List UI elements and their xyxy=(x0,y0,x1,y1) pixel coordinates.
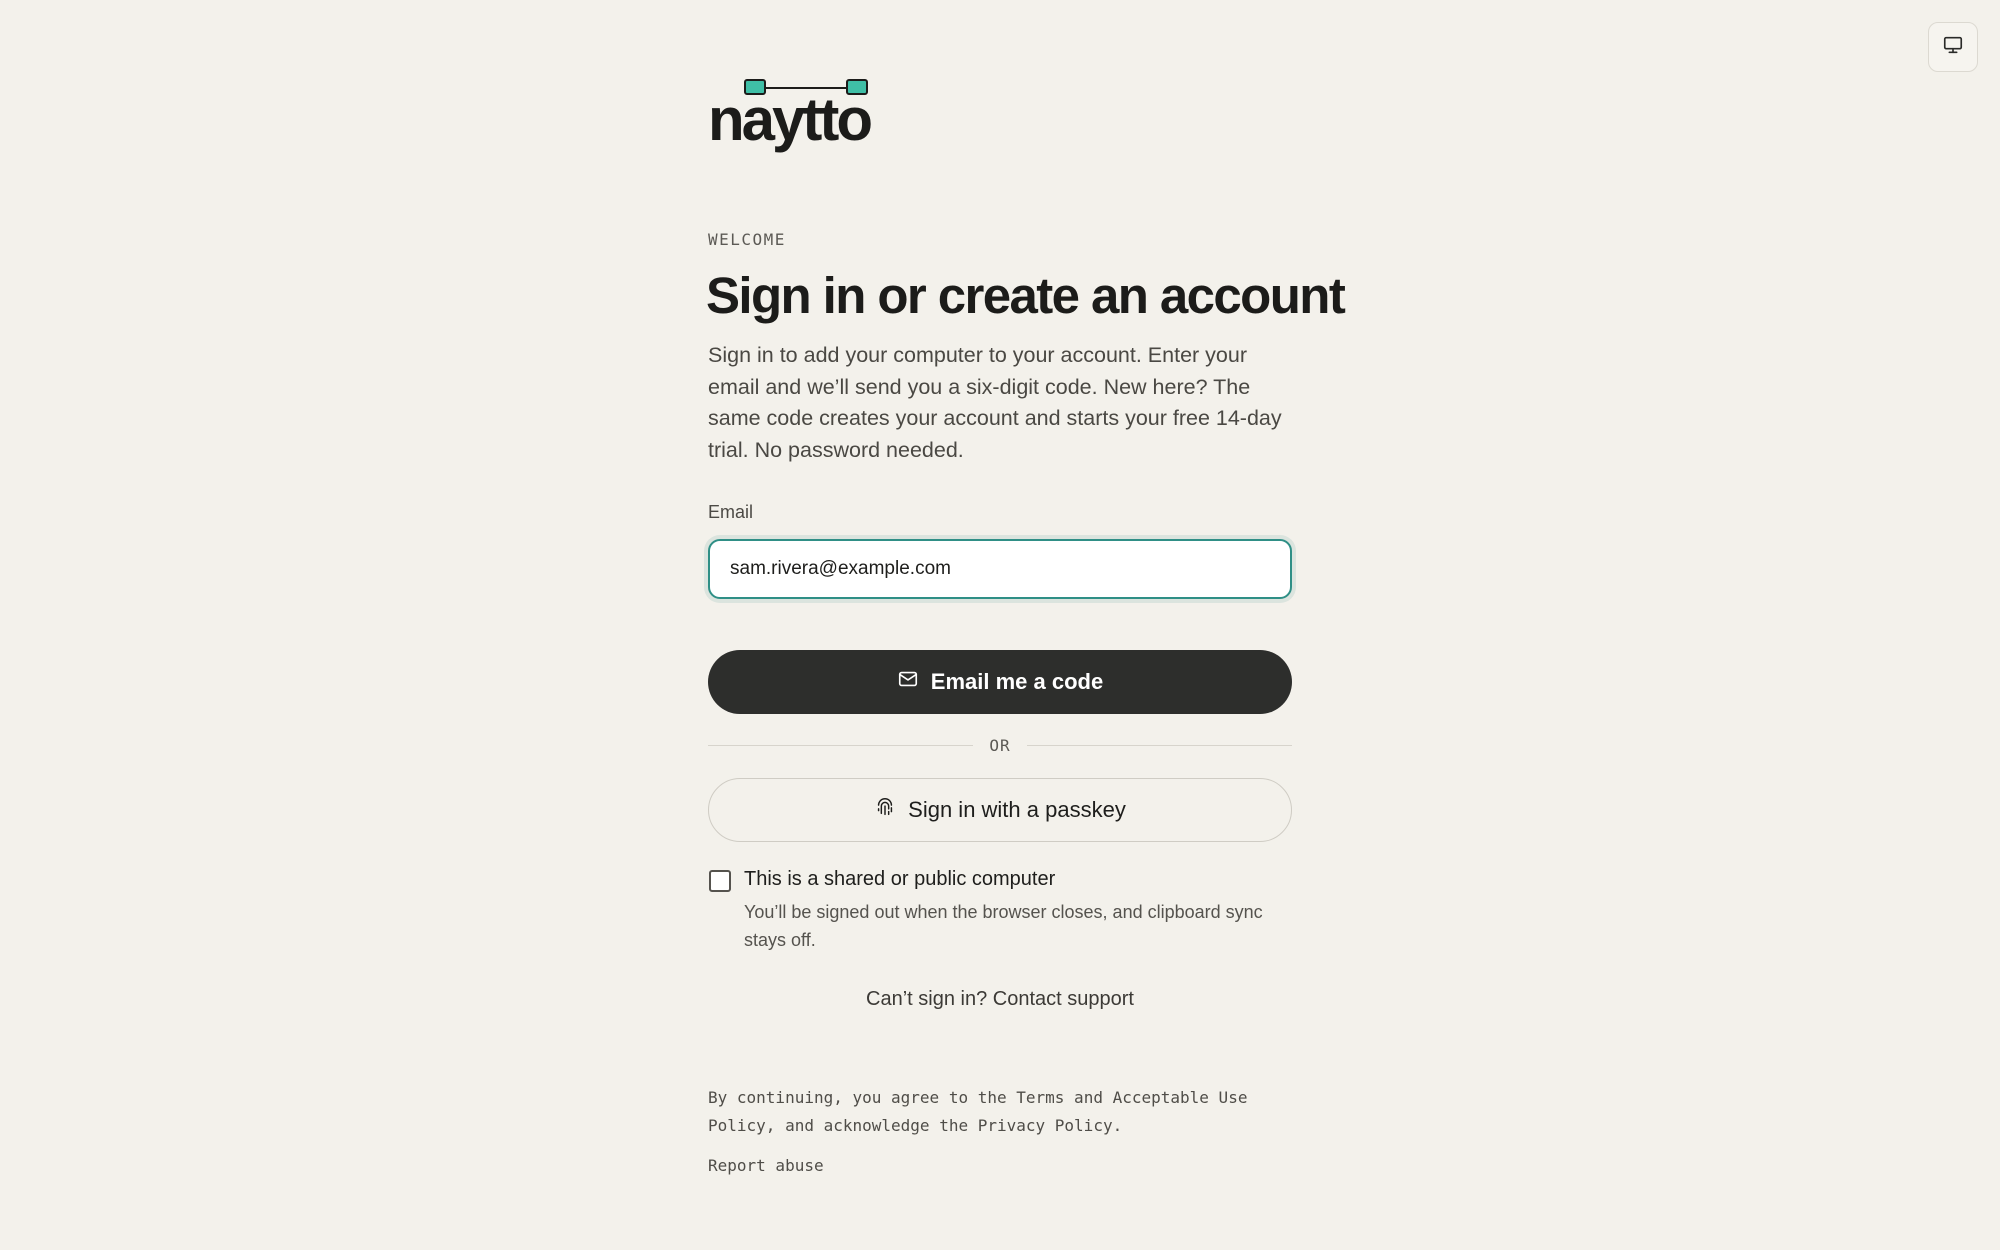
email-input[interactable] xyxy=(708,539,1292,599)
report-abuse-link[interactable]: Report abuse xyxy=(708,1156,824,1175)
divider-line-left xyxy=(708,744,974,746)
legal-part-1: By continuing, you agree to the xyxy=(708,1088,1017,1107)
brand-wordmark: naytto xyxy=(708,86,873,153)
passkey-button[interactable]: Sign in with a passkey xyxy=(708,778,1292,842)
terms-link[interactable]: Terms xyxy=(1016,1088,1064,1107)
legal-part-2: and xyxy=(1064,1088,1113,1107)
mail-icon xyxy=(897,668,919,696)
legal-part-4: . xyxy=(1112,1116,1123,1135)
or-divider: OR xyxy=(708,735,1293,755)
legal-part-3: , and acknowledge the xyxy=(765,1116,978,1135)
divider-text: OR xyxy=(989,735,1011,755)
display-mode-button[interactable] xyxy=(1928,22,1978,72)
passkey-label: Sign in with a passkey xyxy=(908,797,1126,822)
monitor-icon xyxy=(1942,34,1964,61)
email-code-button[interactable]: Email me a code xyxy=(708,650,1292,714)
shared-computer-label[interactable]: This is a shared or public computer xyxy=(744,868,1055,891)
email-label: Email xyxy=(708,502,754,522)
email-code-label: Email me a code xyxy=(930,669,1104,694)
welcome-eyebrow: WELCOME xyxy=(708,230,786,249)
shared-computer-checkbox[interactable] xyxy=(709,870,731,892)
contact-support-link[interactable]: Can’t sign in? Contact support xyxy=(708,988,1292,1011)
intro-text: Sign in to add your computer to your acc… xyxy=(708,343,1282,462)
page-title: Sign in or create an account xyxy=(706,267,1346,324)
legal-text: By continuing, you agree to the Terms an… xyxy=(708,1084,1292,1140)
brand-logo: naytto xyxy=(708,74,888,154)
divider-line-right xyxy=(1026,744,1293,746)
privacy-policy-link[interactable]: Privacy Policy xyxy=(978,1116,1113,1135)
fingerprint-icon xyxy=(874,796,896,824)
shared-computer-help: You’ll be signed out when the browser cl… xyxy=(744,902,1263,950)
